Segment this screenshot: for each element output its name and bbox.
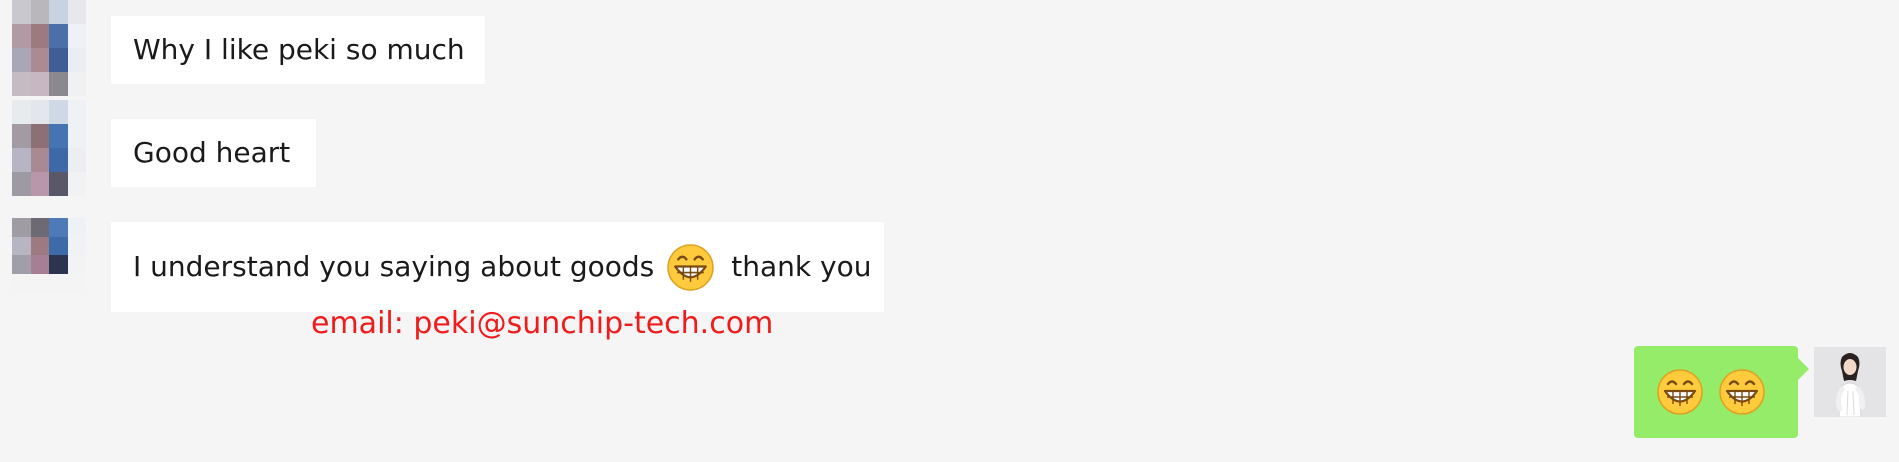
woman-in-white-avatar-icon [1814, 347, 1886, 417]
bubble-tail [1798, 358, 1809, 380]
grinning-face-emoji-icon [1718, 368, 1766, 416]
outgoing-message-bubble[interactable] [1634, 346, 1809, 438]
contact-avatar[interactable] [12, 218, 86, 292]
message-bubble[interactable]: I understand you saying about goods than… [111, 222, 884, 312]
message-text: Why I like peki so much [133, 33, 465, 66]
my-avatar[interactable] [1814, 347, 1886, 417]
message-text: Good heart [133, 136, 291, 169]
grinning-face-emoji-icon [666, 243, 715, 292]
message-text: thank you [731, 250, 872, 283]
grinning-face-emoji-icon [1656, 368, 1704, 416]
email-watermark: email: peki@sunchip-tech.com [311, 306, 774, 341]
message-text: I understand you saying about goods [133, 250, 655, 283]
contact-avatar[interactable] [12, 100, 86, 196]
contact-avatar[interactable] [12, 0, 86, 96]
message-bubble[interactable]: Good heart [111, 119, 316, 187]
message-bubble[interactable]: Why I like peki so much [111, 16, 485, 84]
